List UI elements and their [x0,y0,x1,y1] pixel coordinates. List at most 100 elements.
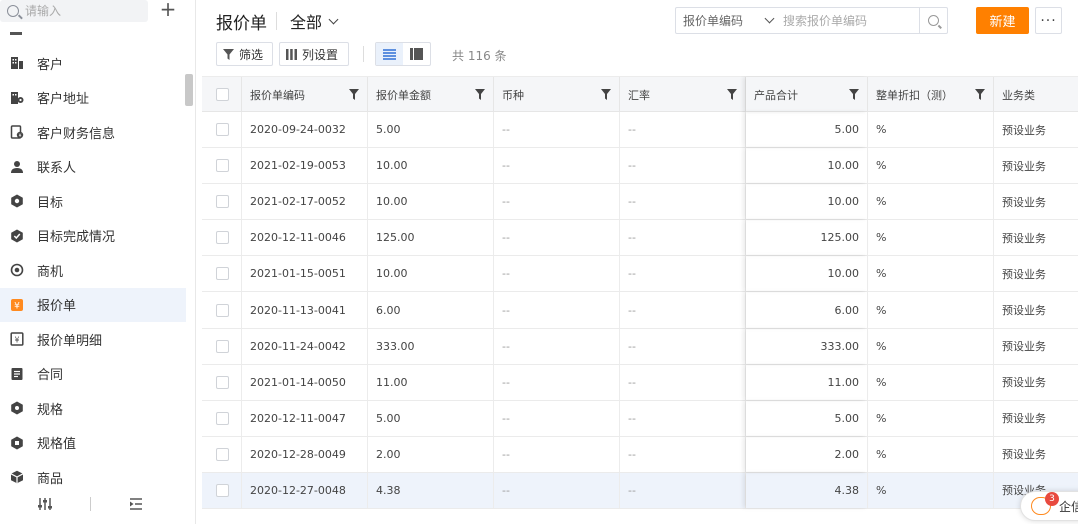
cell-biz: 预设业务 [994,256,1078,291]
search-button[interactable] [919,8,947,33]
sidebar-item[interactable]: 规格值 [0,426,186,461]
search-input[interactable] [779,13,919,28]
column-header[interactable]: 业务类 [994,77,1078,112]
contract-icon [10,367,24,381]
shield-check-icon [10,229,24,243]
column-header[interactable]: 报价单金额 [368,77,494,112]
building-location-icon [10,91,24,105]
column-header[interactable]: 产品合计 [746,77,868,112]
sidebar-item[interactable]: 合同 [0,357,186,392]
table-row[interactable]: 2021-02-19-0053 10.00 -- -- 10.00% 预设业务 [202,148,1078,185]
cell-rate: -- [620,472,746,509]
row-select-cell [202,472,242,509]
filter-label: 筛选 [239,47,264,62]
card-view-button[interactable] [403,43,430,65]
cell-discount: % [868,364,994,400]
sidebar-scrollbar[interactable] [185,74,193,106]
settings-sliders-icon[interactable] [0,496,90,512]
column-filter-icon[interactable] [727,89,737,100]
sidebar-item[interactable]: 商机 [0,253,186,288]
more-options-button[interactable]: ··· [1035,7,1062,34]
cell-biz: 预设业务 [994,292,1078,327]
sidebar-item[interactable]: ¥ 客户财务信息 [0,115,186,150]
cell-code: 2020-12-27-0048 [242,472,368,509]
column-filter-icon[interactable] [849,89,859,100]
row-checkbox[interactable] [216,375,229,389]
column-settings-button[interactable]: 列设置 [279,42,349,66]
chevron-down-icon [764,13,775,24]
row-checkbox[interactable] [216,483,229,497]
sidebar-item[interactable]: 目标完成情况 [0,219,186,254]
new-button[interactable]: 新建 [976,7,1029,34]
table-row[interactable]: 2020-12-11-0046 125.00 -- -- 125.00% 预设业务 [202,220,1078,257]
cell-amount: 10.00 [368,256,494,292]
table-row[interactable]: 2021-01-15-0051 10.00 -- -- 10.00% 预设业务 [202,256,1078,293]
row-checkbox[interactable] [216,159,229,173]
list-view-button[interactable] [376,43,403,65]
column-header[interactable]: 报价单编码 [242,77,368,112]
column-filter-icon[interactable] [475,89,485,100]
column-filter-icon[interactable] [601,89,611,100]
sidebar-search[interactable] [0,0,148,22]
cell-code: 2020-11-24-0042 [242,328,368,364]
table-row[interactable]: 2020-12-28-0049 2.00 -- -- 2.00% 预设业务 [202,436,1078,473]
sidebar-item-label: 客户财务信息 [37,126,116,142]
row-select-cell [202,184,242,220]
row-checkbox[interactable] [216,123,229,137]
sidebar-item[interactable]: 客户 [0,46,186,81]
sidebar-item-label: 商机 [37,264,64,280]
quote-detail-icon: ¥ [10,332,24,346]
row-select-cell [202,220,242,256]
cell-currency: -- [494,220,620,256]
sidebar: + 客户客户地址 ¥ 客户财务信息联系人目标目标完成情况商机 ¥ 报价单 ¥ 报价单明细合同… [0,0,196,524]
sidebar-item[interactable]: 客户地址 [0,81,186,116]
collapse-menu-icon[interactable] [91,497,181,511]
table-row[interactable]: 2020-12-27-0048 4.38 -- -- 4.38% 预设业务 [202,472,1078,510]
row-checkbox[interactable] [216,231,229,245]
column-header[interactable]: 整单折扣（测） [868,77,994,112]
sidebar-item[interactable]: 规格 [0,391,186,426]
column-header-label: 产品合计 [754,88,798,102]
sidebar-item[interactable]: 联系人 [0,150,186,185]
scope-dropdown[interactable]: 全部 [290,9,339,33]
row-checkbox[interactable] [216,267,229,281]
table-row[interactable]: 2020-09-24-0032 5.00 -- -- 5.00% 预设业务 [202,112,1078,149]
row-checkbox[interactable] [216,339,229,353]
sidebar-item-label: 联系人 [37,161,77,177]
column-header-label: 报价单编码 [250,88,305,102]
svg-text:¥: ¥ [19,133,22,139]
table-row[interactable]: 2021-01-14-0050 11.00 -- -- 11.00% 预设业务 [202,364,1078,401]
spec-icon [10,401,24,415]
search-field-select[interactable]: 报价单编码 [676,8,779,33]
sidebar-item[interactable]: ¥ 报价单明细 [0,322,186,357]
cell-currency: -- [494,400,620,436]
column-filter-icon[interactable] [349,89,359,100]
chat-widget-button[interactable]: 3 企信 [1020,491,1078,521]
filter-button[interactable]: 筛选 [216,42,273,66]
table-row[interactable]: 2020-12-11-0047 5.00 -- -- 5.00% 预设业务 [202,400,1078,437]
table-row[interactable]: 2020-11-24-0042 333.00 -- -- 333.00% 预设业务 [202,328,1078,365]
column-header[interactable]: 币种 [494,77,620,112]
cell-currency: -- [494,436,620,472]
cell-total: 6.00 [746,292,868,328]
select-all-checkbox[interactable] [216,88,229,101]
row-checkbox[interactable] [216,447,229,461]
row-select-cell [202,364,242,400]
row-checkbox[interactable] [216,303,229,317]
cell-biz: 预设业务 [994,401,1078,436]
cell-currency: -- [494,472,620,509]
sidebar-search-input[interactable] [25,4,135,18]
row-checkbox[interactable] [216,195,229,209]
row-checkbox[interactable] [216,411,229,425]
cell-discount: % [868,112,994,148]
add-menu-button[interactable]: + [156,0,180,20]
column-header[interactable]: 汇率 [620,77,746,112]
sidebar-item[interactable]: ¥ 报价单 [0,287,186,322]
column-filter-icon[interactable] [975,89,985,100]
table-row[interactable]: 2021-02-17-0052 10.00 -- -- 10.00% 预设业务 [202,184,1078,221]
search-icon [928,15,939,26]
cell-amount: 10.00 [368,184,494,220]
table-row[interactable]: 2020-11-13-0041 6.00 -- -- 6.00% 预设业务 [202,292,1078,329]
sidebar-item[interactable]: 目标 [0,184,186,219]
yuan-quote-icon: ¥ [10,298,24,312]
